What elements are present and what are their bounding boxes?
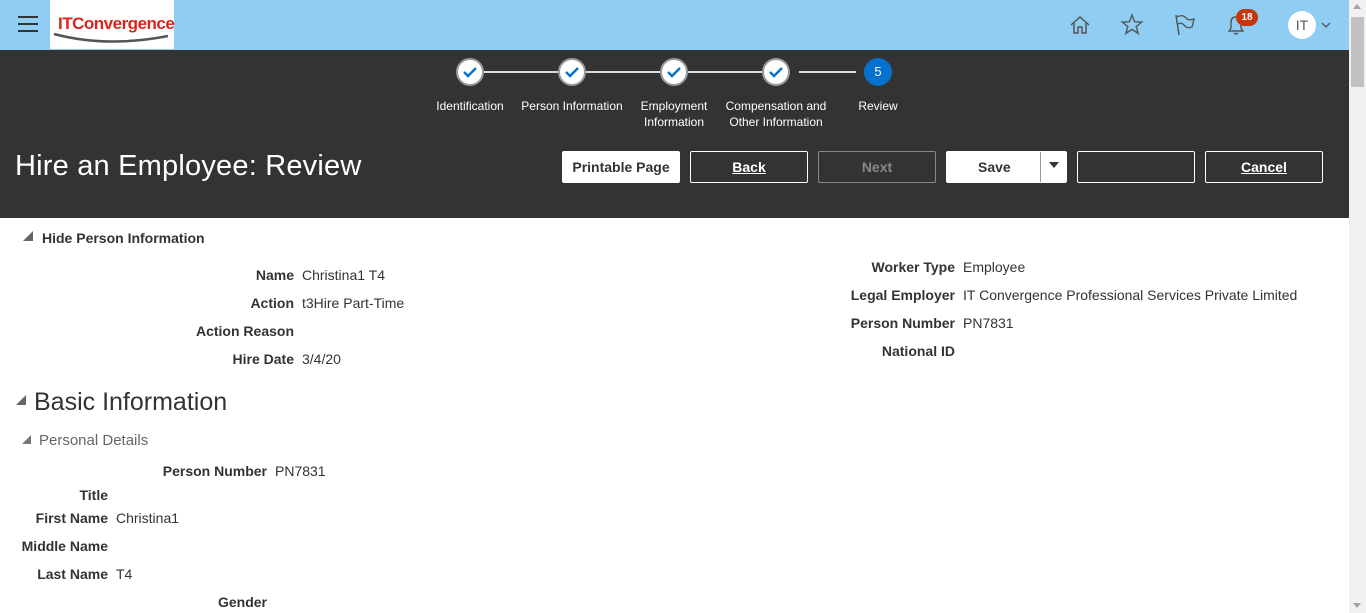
- last-name-label: Last Name: [37, 566, 108, 582]
- logo-swoosh-icon: [53, 32, 169, 43]
- next-button[interactable]: Next: [818, 151, 936, 183]
- scrollbar-thumb[interactable]: [1351, 17, 1364, 87]
- collapse-triangle-icon[interactable]: [23, 231, 33, 241]
- first-name-label: First Name: [35, 510, 108, 526]
- train-step-compensation[interactable]: [762, 58, 790, 86]
- collapse-triangle-icon[interactable]: [22, 435, 31, 444]
- national-id-label: National ID: [881, 343, 955, 359]
- user-avatar[interactable]: IT: [1288, 11, 1316, 39]
- train-label-line: Review: [858, 99, 898, 113]
- person-number-label: Person Number: [162, 463, 267, 479]
- company-logo[interactable]: ITConvergence: [50, 0, 175, 49]
- back-button-label: Back: [732, 159, 766, 175]
- cancel-button-label: Cancel: [1241, 159, 1287, 175]
- vertical-scrollbar[interactable]: [1349, 0, 1366, 613]
- menu-icon[interactable]: [18, 16, 38, 34]
- caret-down-icon: [1049, 162, 1059, 168]
- scroll-down-arrow-icon[interactable]: [1353, 603, 1361, 608]
- collapse-triangle-icon[interactable]: [16, 395, 26, 405]
- train-connector: [484, 71, 558, 73]
- person-number-value: PN7831: [275, 463, 326, 479]
- person-number-value: PN7831: [963, 315, 1014, 331]
- hire-date-label: Hire Date: [232, 351, 294, 367]
- legal-employer-label: Legal Employer: [850, 287, 955, 303]
- scroll-up-arrow-icon[interactable]: [1353, 4, 1361, 9]
- blank-action-button[interactable]: [1077, 151, 1195, 183]
- checkmark-icon: [565, 67, 579, 78]
- train-label-review[interactable]: Review: [818, 98, 938, 114]
- personal-details-heading[interactable]: Personal Details: [39, 432, 148, 449]
- save-options-dropdown[interactable]: [1040, 152, 1066, 182]
- chevron-down-icon[interactable]: [1320, 19, 1332, 31]
- train-connector: [586, 71, 660, 73]
- notification-badge[interactable]: 18: [1236, 9, 1258, 26]
- back-button[interactable]: Back: [690, 151, 808, 183]
- train-step-person-information[interactable]: [558, 58, 586, 86]
- title-label: Title: [79, 487, 108, 503]
- hide-person-information-toggle[interactable]: Hide Person Information: [42, 230, 205, 246]
- action-label: Action: [250, 295, 294, 311]
- train-connector: [688, 71, 762, 73]
- middle-name-label: Middle Name: [21, 538, 108, 554]
- star-icon[interactable]: [1119, 12, 1145, 38]
- worker-type-value: Employee: [963, 259, 1026, 275]
- checkmark-icon: [769, 67, 783, 78]
- action-reason-label: Action Reason: [195, 323, 294, 339]
- gender-label: Gender: [217, 594, 267, 610]
- page-title: Hire an Employee: Review: [15, 150, 362, 182]
- name-value: Christina1 T4: [302, 267, 386, 283]
- name-label: Name: [255, 267, 294, 283]
- first-name-value: Christina1: [116, 510, 180, 526]
- person-number-label: Person Number: [850, 315, 955, 331]
- legal-employer-value: IT Convergence Professional Services Pri…: [963, 287, 1298, 303]
- train-step-employment-information[interactable]: [660, 58, 688, 86]
- train-step-identification[interactable]: [456, 58, 484, 86]
- action-value: t3Hire Part-Time: [302, 295, 405, 311]
- save-button-label: Save: [978, 159, 1011, 175]
- cancel-button[interactable]: Cancel: [1205, 151, 1323, 183]
- worker-type-label: Worker Type: [871, 259, 955, 275]
- basic-information-heading[interactable]: Basic Information: [34, 388, 227, 417]
- global-header: ITConvergence 18 IT: [0, 0, 1349, 50]
- checkmark-icon: [463, 67, 477, 78]
- checkmark-icon: [667, 67, 681, 78]
- next-button-label: Next: [861, 159, 893, 175]
- train-label-line: Other Information: [729, 115, 823, 129]
- train-step-review[interactable]: 5: [864, 58, 892, 86]
- last-name-value: T4: [116, 566, 133, 582]
- printable-page-button[interactable]: Printable Page: [562, 151, 680, 183]
- home-icon[interactable]: [1067, 12, 1093, 38]
- train-connector: [799, 71, 856, 73]
- flag-icon[interactable]: [1171, 12, 1197, 38]
- hire-date-value: 3/4/20: [302, 351, 341, 367]
